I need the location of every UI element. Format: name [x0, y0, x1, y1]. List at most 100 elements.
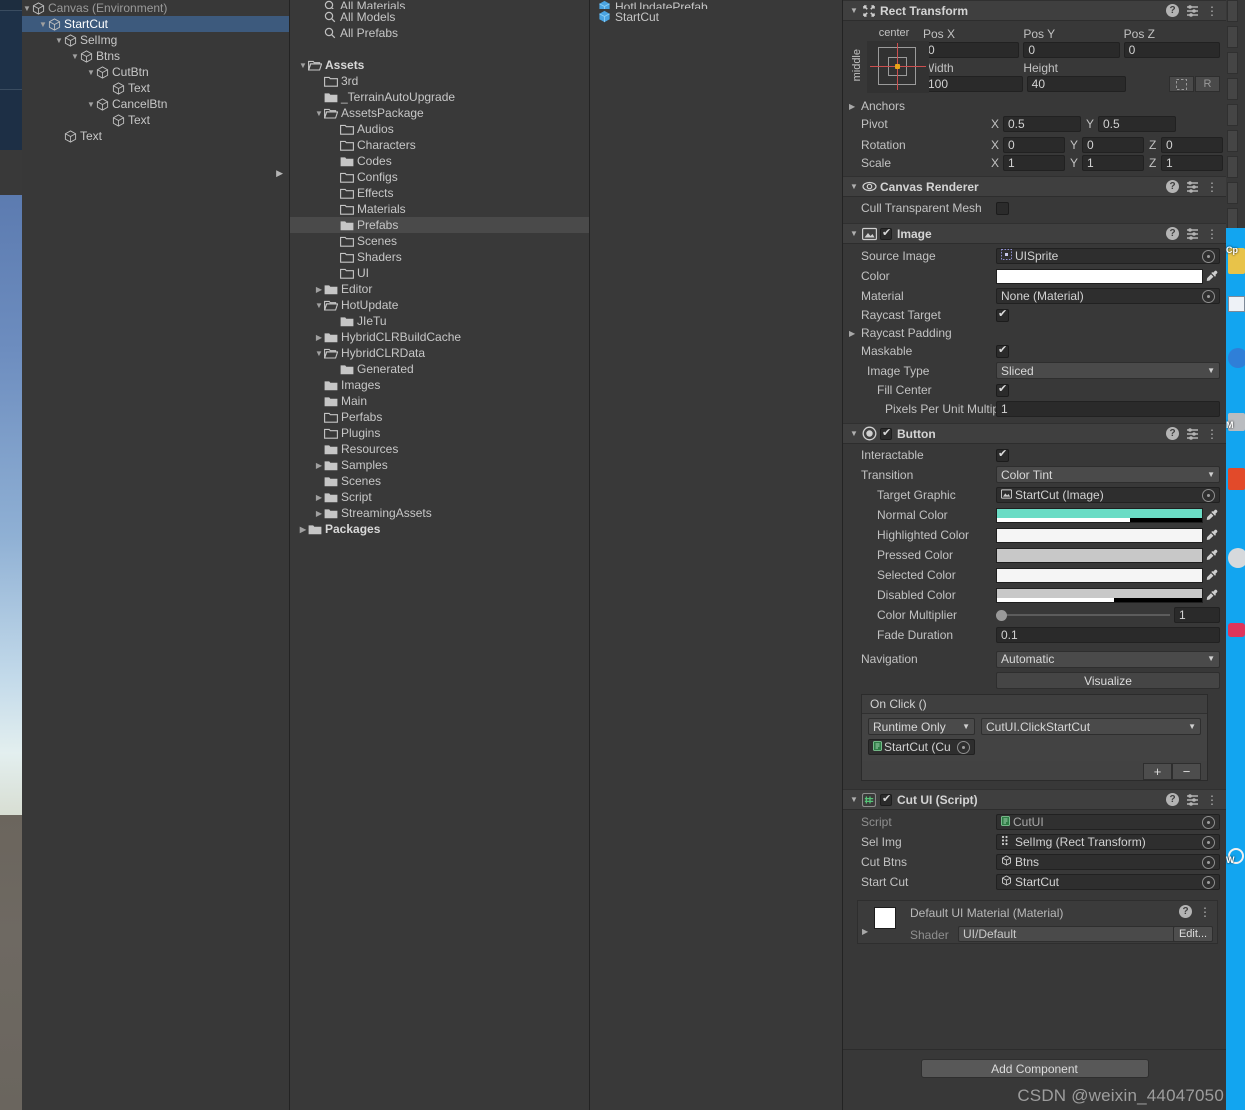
- hierarchy-item-text[interactable]: ▸ Text: [22, 128, 289, 144]
- pos-z-input[interactable]: 0: [1123, 42, 1220, 58]
- material-expand-arrow[interactable]: ▶: [862, 927, 868, 936]
- prefab-stage-item-hotupdateprefab[interactable]: HotUpdatePrefab: [590, 0, 842, 9]
- hierarchy-item-selimg[interactable]: ▼ SelImg: [22, 32, 289, 48]
- project-item-assetspackage[interactable]: ▼ AssetsPackage: [290, 105, 589, 121]
- expand-arrow-icon[interactable]: ▼: [314, 346, 324, 362]
- help-icon[interactable]: ?: [1166, 793, 1179, 806]
- shader-edit-button[interactable]: Edit...: [1173, 926, 1213, 942]
- header-tools[interactable]: ? ⋮: [1166, 427, 1226, 440]
- project-item-packages[interactable]: ▶ Packages: [290, 521, 589, 537]
- header-tools[interactable]: ? ⋮: [1166, 227, 1226, 240]
- help-icon[interactable]: ?: [1166, 427, 1179, 440]
- collapse-arrow-icon[interactable]: ▼: [847, 795, 861, 804]
- project-item-hybridclrdata[interactable]: ▼ HybridCLRData: [290, 345, 589, 361]
- image-color-swatch[interactable]: [996, 268, 1203, 284]
- remove-event-button[interactable]: −: [1172, 763, 1201, 780]
- rect-transform-header[interactable]: ▼ Rect Transform ? ⋮: [843, 0, 1226, 21]
- project-item-all-models[interactable]: ▶ All Models: [290, 9, 589, 25]
- header-tools[interactable]: ? ⋮: [1166, 180, 1226, 193]
- hierarchy-item-cancelbtn[interactable]: ▼ CancelBtn: [22, 96, 289, 112]
- desktop-document-icon[interactable]: [1228, 296, 1245, 312]
- raycast-padding-expand-arrow[interactable]: ▶: [849, 329, 861, 338]
- collapse-arrow-icon[interactable]: ▼: [847, 429, 861, 438]
- pressed-color-swatch[interactable]: [996, 547, 1203, 563]
- expand-arrow-icon[interactable]: ▼: [314, 298, 324, 314]
- target-graphic-field[interactable]: StartCut (Image): [996, 487, 1220, 503]
- sel-img-field[interactable]: SelImg (Rect Transform): [996, 834, 1220, 850]
- hierarchy-collapse-arrow[interactable]: ▶: [276, 168, 283, 179]
- material-field[interactable]: None (Material): [996, 288, 1220, 304]
- canvas-renderer-header[interactable]: ▼ Canvas Renderer ? ⋮: [843, 176, 1226, 197]
- expand-arrow-icon[interactable]: ▶: [298, 522, 308, 538]
- project-item-images[interactable]: ▶ Images: [290, 377, 589, 393]
- project-item-terrainautoupgrade[interactable]: ▶ _TerrainAutoUpgrade: [290, 89, 589, 105]
- visualize-button[interactable]: Visualize: [996, 671, 1220, 689]
- scale-x-input[interactable]: 1: [1003, 155, 1065, 171]
- expand-arrow-icon[interactable]: ▶: [314, 490, 324, 506]
- object-picker-icon[interactable]: [1202, 875, 1215, 889]
- hierarchy-item-startcut[interactable]: ▼ StartCut: [22, 16, 289, 32]
- scale-z-input[interactable]: 1: [1161, 155, 1223, 171]
- collapse-arrow-icon[interactable]: ▼: [847, 229, 861, 238]
- project-item-jietu[interactable]: ▶ JIeTu: [290, 313, 589, 329]
- eyedropper-icon[interactable]: [1203, 588, 1220, 603]
- fill-center-checkbox[interactable]: [996, 382, 1009, 397]
- transition-dropdown[interactable]: Color Tint ▼: [996, 466, 1220, 483]
- expand-arrow-icon[interactable]: ▼: [298, 58, 308, 74]
- project-item-scenes[interactable]: ▶ Scenes: [290, 233, 589, 249]
- eyedropper-icon[interactable]: [1203, 548, 1220, 563]
- project-item-editor[interactable]: ▶ Editor: [290, 281, 589, 297]
- button-component-header[interactable]: ▼ Button ? ⋮: [843, 423, 1226, 444]
- shader-dropdown[interactable]: UI/Default ▼: [958, 926, 1206, 942]
- source-image-field[interactable]: UISprite: [996, 248, 1220, 264]
- add-event-button[interactable]: +: [1143, 763, 1172, 780]
- selected-color-swatch[interactable]: [996, 567, 1203, 583]
- object-picker-icon[interactable]: [1202, 289, 1215, 303]
- anchors-expand-arrow[interactable]: ▶: [849, 102, 861, 111]
- on-click-function-dropdown[interactable]: CutUI.ClickStartCut ▼: [981, 718, 1201, 735]
- collapse-arrow-icon[interactable]: ▼: [847, 182, 861, 191]
- expand-arrow-icon[interactable]: ▼: [86, 97, 96, 113]
- material-header-tools[interactable]: ? ⋮: [1179, 905, 1211, 918]
- color-multiplier-input[interactable]: 1: [1174, 607, 1220, 623]
- image-type-dropdown[interactable]: Sliced ▼: [996, 362, 1220, 379]
- expand-arrow-icon[interactable]: ▶: [314, 506, 324, 522]
- hierarchy-item-canvas-environment[interactable]: ▼ Canvas (Environment): [22, 0, 289, 16]
- on-click-mode-dropdown[interactable]: Runtime Only ▼: [868, 718, 975, 735]
- interactable-checkbox[interactable]: [996, 447, 1009, 462]
- pivot-x-input[interactable]: 0.5: [1003, 116, 1081, 132]
- kebab-menu-icon[interactable]: ⋮: [1206, 428, 1218, 440]
- eyedropper-icon[interactable]: [1203, 269, 1220, 284]
- rotation-z-input[interactable]: 0: [1161, 137, 1223, 153]
- prefab-stage-item-startcut[interactable]: StartCut: [590, 9, 842, 25]
- object-picker-icon[interactable]: [1202, 249, 1215, 263]
- project-item-hotupdate[interactable]: ▼ HotUpdate: [290, 297, 589, 313]
- object-picker-icon[interactable]: [1202, 488, 1215, 502]
- kebab-menu-icon[interactable]: ⋮: [1206, 228, 1218, 240]
- project-item-assets[interactable]: ▼ Assets: [290, 57, 589, 73]
- project-item-generated[interactable]: ▶ Generated: [290, 361, 589, 377]
- header-tools[interactable]: ? ⋮: [1166, 793, 1226, 806]
- project-item-effects[interactable]: ▶ Effects: [290, 185, 589, 201]
- raw-edit-mode-button[interactable]: R: [1195, 76, 1221, 92]
- project-item-materials[interactable]: ▶ Materials: [290, 201, 589, 217]
- desktop-pink-icon[interactable]: [1228, 623, 1245, 637]
- kebab-menu-icon[interactable]: ⋮: [1206, 5, 1218, 17]
- project-item-3rd[interactable]: ▶ 3rd: [290, 73, 589, 89]
- header-tools[interactable]: ? ⋮: [1166, 4, 1226, 17]
- project-item-characters[interactable]: ▶ Characters: [290, 137, 589, 153]
- object-picker-icon[interactable]: [1202, 855, 1215, 869]
- kebab-menu-icon[interactable]: ⋮: [1199, 906, 1211, 918]
- rotation-x-input[interactable]: 0: [1003, 137, 1065, 153]
- eyedropper-icon[interactable]: [1203, 568, 1220, 583]
- expand-arrow-icon[interactable]: ▶: [314, 282, 324, 298]
- hierarchy-item-text[interactable]: ▸ Text: [22, 112, 289, 128]
- add-component-button[interactable]: Add Component: [920, 1059, 1149, 1078]
- help-icon[interactable]: ?: [1166, 4, 1179, 17]
- object-picker-icon[interactable]: [957, 740, 970, 754]
- expand-arrow-icon[interactable]: ▼: [314, 106, 324, 122]
- expand-arrow-icon[interactable]: ▼: [54, 33, 64, 49]
- cull-transparent-mesh-checkbox[interactable]: [996, 201, 1009, 215]
- project-item-configs[interactable]: ▶ Configs: [290, 169, 589, 185]
- project-item-codes[interactable]: ▶ Codes: [290, 153, 589, 169]
